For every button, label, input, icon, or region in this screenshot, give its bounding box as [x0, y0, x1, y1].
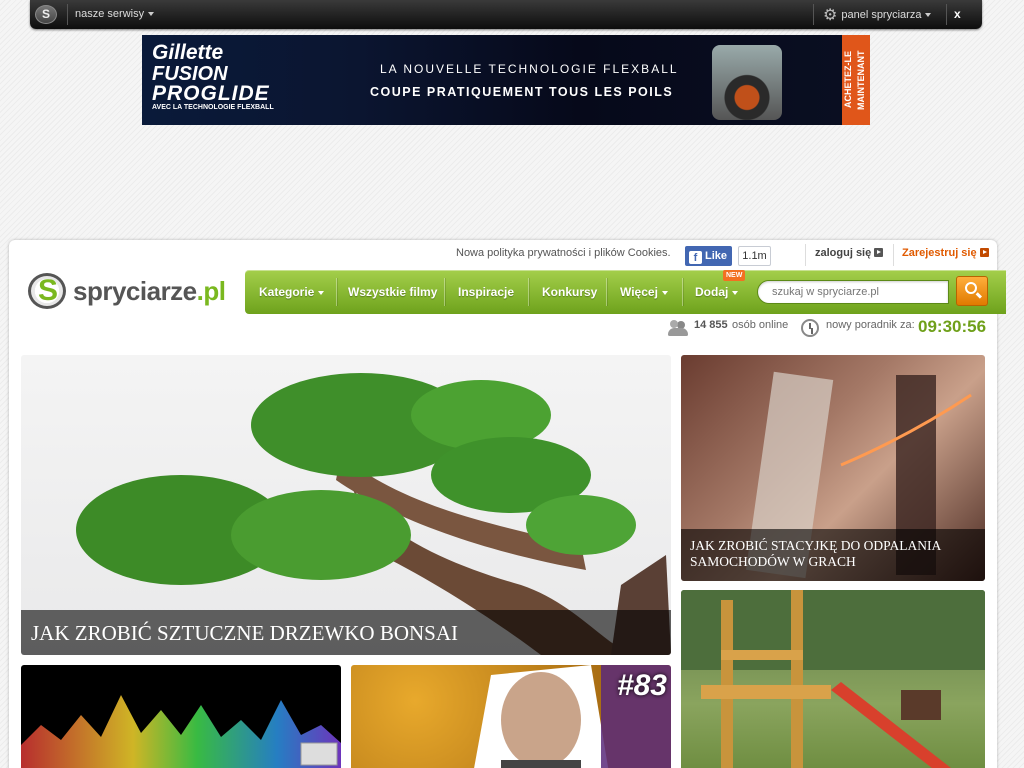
nav-item-wszystkie-filmy[interactable]: Wszystkie filmy — [348, 270, 437, 314]
ad-banner[interactable]: Gillette FUSION PROGLIDE AVEC LA TECHNOL… — [142, 35, 870, 125]
nav-divider — [606, 278, 607, 306]
tile-caption: JAK ZROBIĆ SZTUCZNE DRZEWKO BONSAI — [21, 610, 671, 655]
toolbar-divider — [946, 4, 947, 25]
header-divider — [805, 244, 806, 266]
nav-item-kategorie[interactable]: Kategorie — [259, 270, 325, 314]
register-label: Zarejestruj się — [902, 247, 977, 259]
register-link[interactable]: Zarejestruj się — [902, 247, 989, 259]
search-button[interactable] — [956, 276, 988, 306]
countdown-timer: 09:30:56 — [918, 317, 987, 336]
nav-item-label: Kategorie — [259, 285, 315, 299]
tile-podcast[interactable]: #83 — [351, 665, 671, 768]
user-panel-dropdown[interactable]: ⚙ panel spryciarza — [823, 5, 932, 25]
facebook-icon: f — [689, 251, 702, 264]
main-nav: Kategorie Wszystkie filmy Inspiracje Kon… — [245, 270, 1006, 314]
site-name-tld: .pl — [196, 276, 226, 306]
nav-divider — [682, 278, 683, 306]
chevron-down-icon — [732, 290, 739, 295]
chevron-down-icon — [148, 12, 155, 17]
chevron-down-icon — [925, 13, 932, 17]
gear-icon: ⚙ — [823, 7, 838, 24]
nav-divider — [336, 278, 337, 306]
tile-sound-visualizer[interactable] — [21, 665, 341, 768]
site-name-main: spryciarze — [73, 276, 197, 306]
search-icon — [965, 282, 977, 294]
ad-brand-line: PROGLIDE — [152, 82, 270, 105]
site-name: spryciarze.pl — [73, 276, 226, 307]
ad-brand: Gillette FUSION PROGLIDE AVEC LA TECHNOL… — [152, 41, 274, 111]
featured-tile-bonsai[interactable]: JAK ZROBIĆ SZTUCZNE DRZEWKO BONSAI — [21, 355, 671, 655]
new-badge: NEW — [723, 270, 746, 281]
toolbar-divider — [813, 4, 814, 25]
login-link[interactable]: zaloguj się — [815, 247, 884, 259]
nav-item-label: Więcej — [620, 285, 658, 299]
services-dropdown[interactable]: nasze serwisy — [75, 8, 155, 20]
facebook-like-count: 1.1m — [738, 246, 771, 266]
facebook-like-button[interactable]: f Like — [685, 246, 732, 266]
main-container: Nowa polityka prywatności i plików Cooki… — [9, 240, 1006, 768]
search-input[interactable] — [757, 280, 949, 304]
panel-label: panel spryciarza — [841, 9, 922, 21]
razor-image — [712, 45, 782, 120]
toolbar-divider — [67, 4, 68, 25]
cookies-notice-link[interactable]: Nowa polityka prywatności i plików Cooki… — [456, 247, 671, 259]
ad-brand-line: Gillette — [152, 41, 224, 64]
chevron-down-icon — [318, 290, 325, 295]
nav-item-konkursy[interactable]: Konkursy — [542, 270, 597, 314]
tile-caption: JAK ZROBIĆ STACYJKĘ DO ODPALANIA SAMOCHO… — [681, 529, 985, 581]
clock-icon — [801, 319, 819, 337]
fb-like-label: Like — [705, 250, 728, 262]
arrow-right-icon — [874, 248, 884, 257]
top-toolbar: S nasze serwisy ⚙ panel spryciarza x — [30, 0, 982, 29]
users-icon — [668, 320, 688, 337]
nav-item-wiecej[interactable]: Więcej — [620, 270, 668, 314]
nav-item-inspiracje[interactable]: Inspiracje — [458, 270, 514, 314]
online-label: osób online — [732, 319, 789, 331]
tile-playground[interactable] — [681, 590, 985, 768]
ad-brand-line: AVEC LA TECHNOLOGIE FLEXBALL — [152, 104, 274, 111]
header-divider — [893, 244, 894, 266]
nav-item-label: Dodaj — [695, 285, 729, 299]
nav-divider — [444, 278, 445, 306]
playground-image — [681, 590, 985, 768]
arrow-right-icon — [979, 248, 989, 257]
spryciarze-logo-icon — [28, 273, 66, 309]
login-label: zaloguj się — [815, 247, 872, 259]
ad-cta-button[interactable]: ACHETEZ-LE MAINTENANT — [842, 35, 870, 125]
chevron-down-icon — [661, 290, 668, 295]
services-label: nasze serwisy — [75, 8, 145, 20]
next-tutorial-label: nowy poradnik za: — [826, 319, 915, 331]
online-count: 14 855 — [694, 319, 728, 331]
network-logo-icon[interactable]: S — [35, 5, 57, 24]
close-toolbar-button[interactable]: x — [954, 7, 961, 21]
episode-number: #83 — [616, 669, 667, 702]
featured-tile-ignition[interactable]: JAK ZROBIĆ STACYJKĘ DO ODPALANIA SAMOCHO… — [681, 355, 985, 581]
nav-divider — [528, 278, 529, 306]
ad-headline: LA NOUVELLE TECHNOLOGIE FLEXBALL — [380, 62, 679, 76]
ad-headline: COUPE PRATIQUEMENT TOUS LES POILS — [370, 85, 674, 99]
sound-wave-image — [21, 695, 341, 768]
